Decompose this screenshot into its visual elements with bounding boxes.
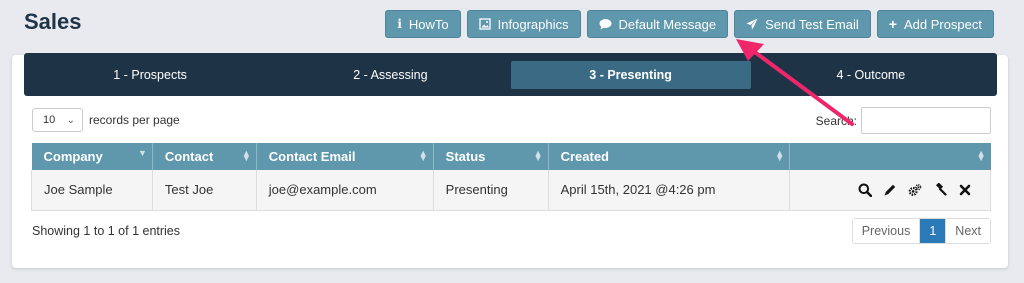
speech-bubble-icon	[599, 18, 612, 30]
toolbar: i HowTo Infographics Default Message Sen…	[385, 10, 994, 38]
cell-created: April 15th, 2021 @4:26 pm	[548, 170, 791, 211]
add-prospect-button[interactable]: + Add Prospect	[876, 10, 994, 38]
add-prospect-label: Add Prospect	[903, 16, 982, 32]
default-message-label: Default Message	[618, 16, 717, 32]
page-length-control: 10 ⌄ records per page	[32, 108, 180, 132]
sort-icon: ▲ ▼	[418, 148, 428, 163]
tab-assessing[interactable]: 2 - Assessing	[270, 61, 510, 89]
infographics-label: Infographics	[497, 16, 569, 32]
page-length-value: 10	[43, 114, 56, 126]
stage-tabs: 1 - Prospects 2 - Assessing 3 - Presenti…	[24, 53, 997, 96]
column-header-contact-email[interactable]: Contact Email ▲ ▼	[256, 143, 434, 170]
sort-icon: ▲ ▼	[241, 148, 251, 163]
gears-icon[interactable]	[908, 183, 922, 197]
sort-icon: ▲ ▼	[976, 148, 986, 163]
column-header-label: Created	[560, 149, 610, 164]
infographics-button[interactable]: Infographics	[466, 10, 581, 38]
table-header-row: Company ▼ Contact ▲ ▼ Contact Email ▲ ▼ Statu…	[31, 143, 991, 170]
column-header-actions[interactable]: ▲ ▼	[789, 143, 991, 170]
cell-status: Presenting	[433, 170, 549, 211]
cell-company: Joe Sample	[31, 170, 153, 211]
tab-presenting[interactable]: 3 - Presenting	[510, 60, 751, 89]
cell-contact: Test Joe	[152, 170, 257, 211]
default-message-button[interactable]: Default Message	[586, 10, 729, 38]
column-header-label: Contact Email	[268, 149, 356, 164]
table-info: Showing 1 to 1 of 1 entries	[32, 224, 181, 238]
cell-actions	[789, 170, 991, 211]
paper-plane-icon	[746, 18, 758, 30]
info-icon: i	[397, 17, 402, 31]
image-icon	[479, 18, 491, 30]
cell-email: joe@example.com	[256, 170, 434, 211]
page-button-1[interactable]: 1	[920, 219, 947, 243]
page-title: Sales	[24, 9, 82, 34]
howto-button[interactable]: i HowTo	[385, 10, 461, 38]
sort-desc-icon: ▼	[137, 148, 147, 158]
search-label: Search:	[815, 113, 857, 128]
send-test-email-button[interactable]: Send Test Email	[734, 10, 871, 38]
pagination: Previous 1 Next	[851, 218, 991, 244]
column-header-status[interactable]: Status ▲ ▼	[433, 143, 549, 170]
howto-label: HowTo	[408, 16, 449, 32]
sort-icon: ▲ ▼	[775, 148, 785, 163]
column-header-company[interactable]: Company ▼	[31, 143, 153, 170]
tab-prospects[interactable]: 1 - Prospects	[30, 61, 270, 89]
plus-icon: +	[888, 16, 897, 32]
column-header-label: Status	[445, 149, 486, 164]
sort-icon: ▲ ▼	[533, 148, 543, 163]
pencil-icon[interactable]	[883, 183, 897, 197]
column-header-created[interactable]: Created ▲ ▼	[548, 143, 791, 170]
close-icon[interactable]	[958, 183, 972, 197]
previous-page-button[interactable]: Previous	[852, 219, 921, 243]
prospects-table: Company ▼ Contact ▲ ▼ Contact Email ▲ ▼ Statu…	[31, 143, 991, 211]
next-page-button[interactable]: Next	[946, 219, 990, 243]
search-control: Search:	[816, 107, 991, 134]
search-input[interactable]	[861, 107, 991, 134]
chevron-down-icon: ⌄	[66, 114, 75, 126]
column-header-label: Company	[43, 149, 103, 164]
gavel-icon[interactable]	[933, 182, 947, 197]
send-test-email-label: Send Test Email	[765, 16, 859, 32]
column-header-label: Contact	[164, 149, 214, 164]
page-length-label: records per page	[89, 113, 180, 127]
tab-outcome[interactable]: 4 - Outcome	[751, 61, 991, 89]
search-icon[interactable]	[858, 183, 872, 197]
table-row: Joe Sample Test Joe joe@example.com Pres…	[31, 170, 991, 211]
column-header-contact[interactable]: Contact ▲ ▼	[152, 143, 257, 170]
page-length-select[interactable]: 10 ⌄	[32, 108, 83, 132]
